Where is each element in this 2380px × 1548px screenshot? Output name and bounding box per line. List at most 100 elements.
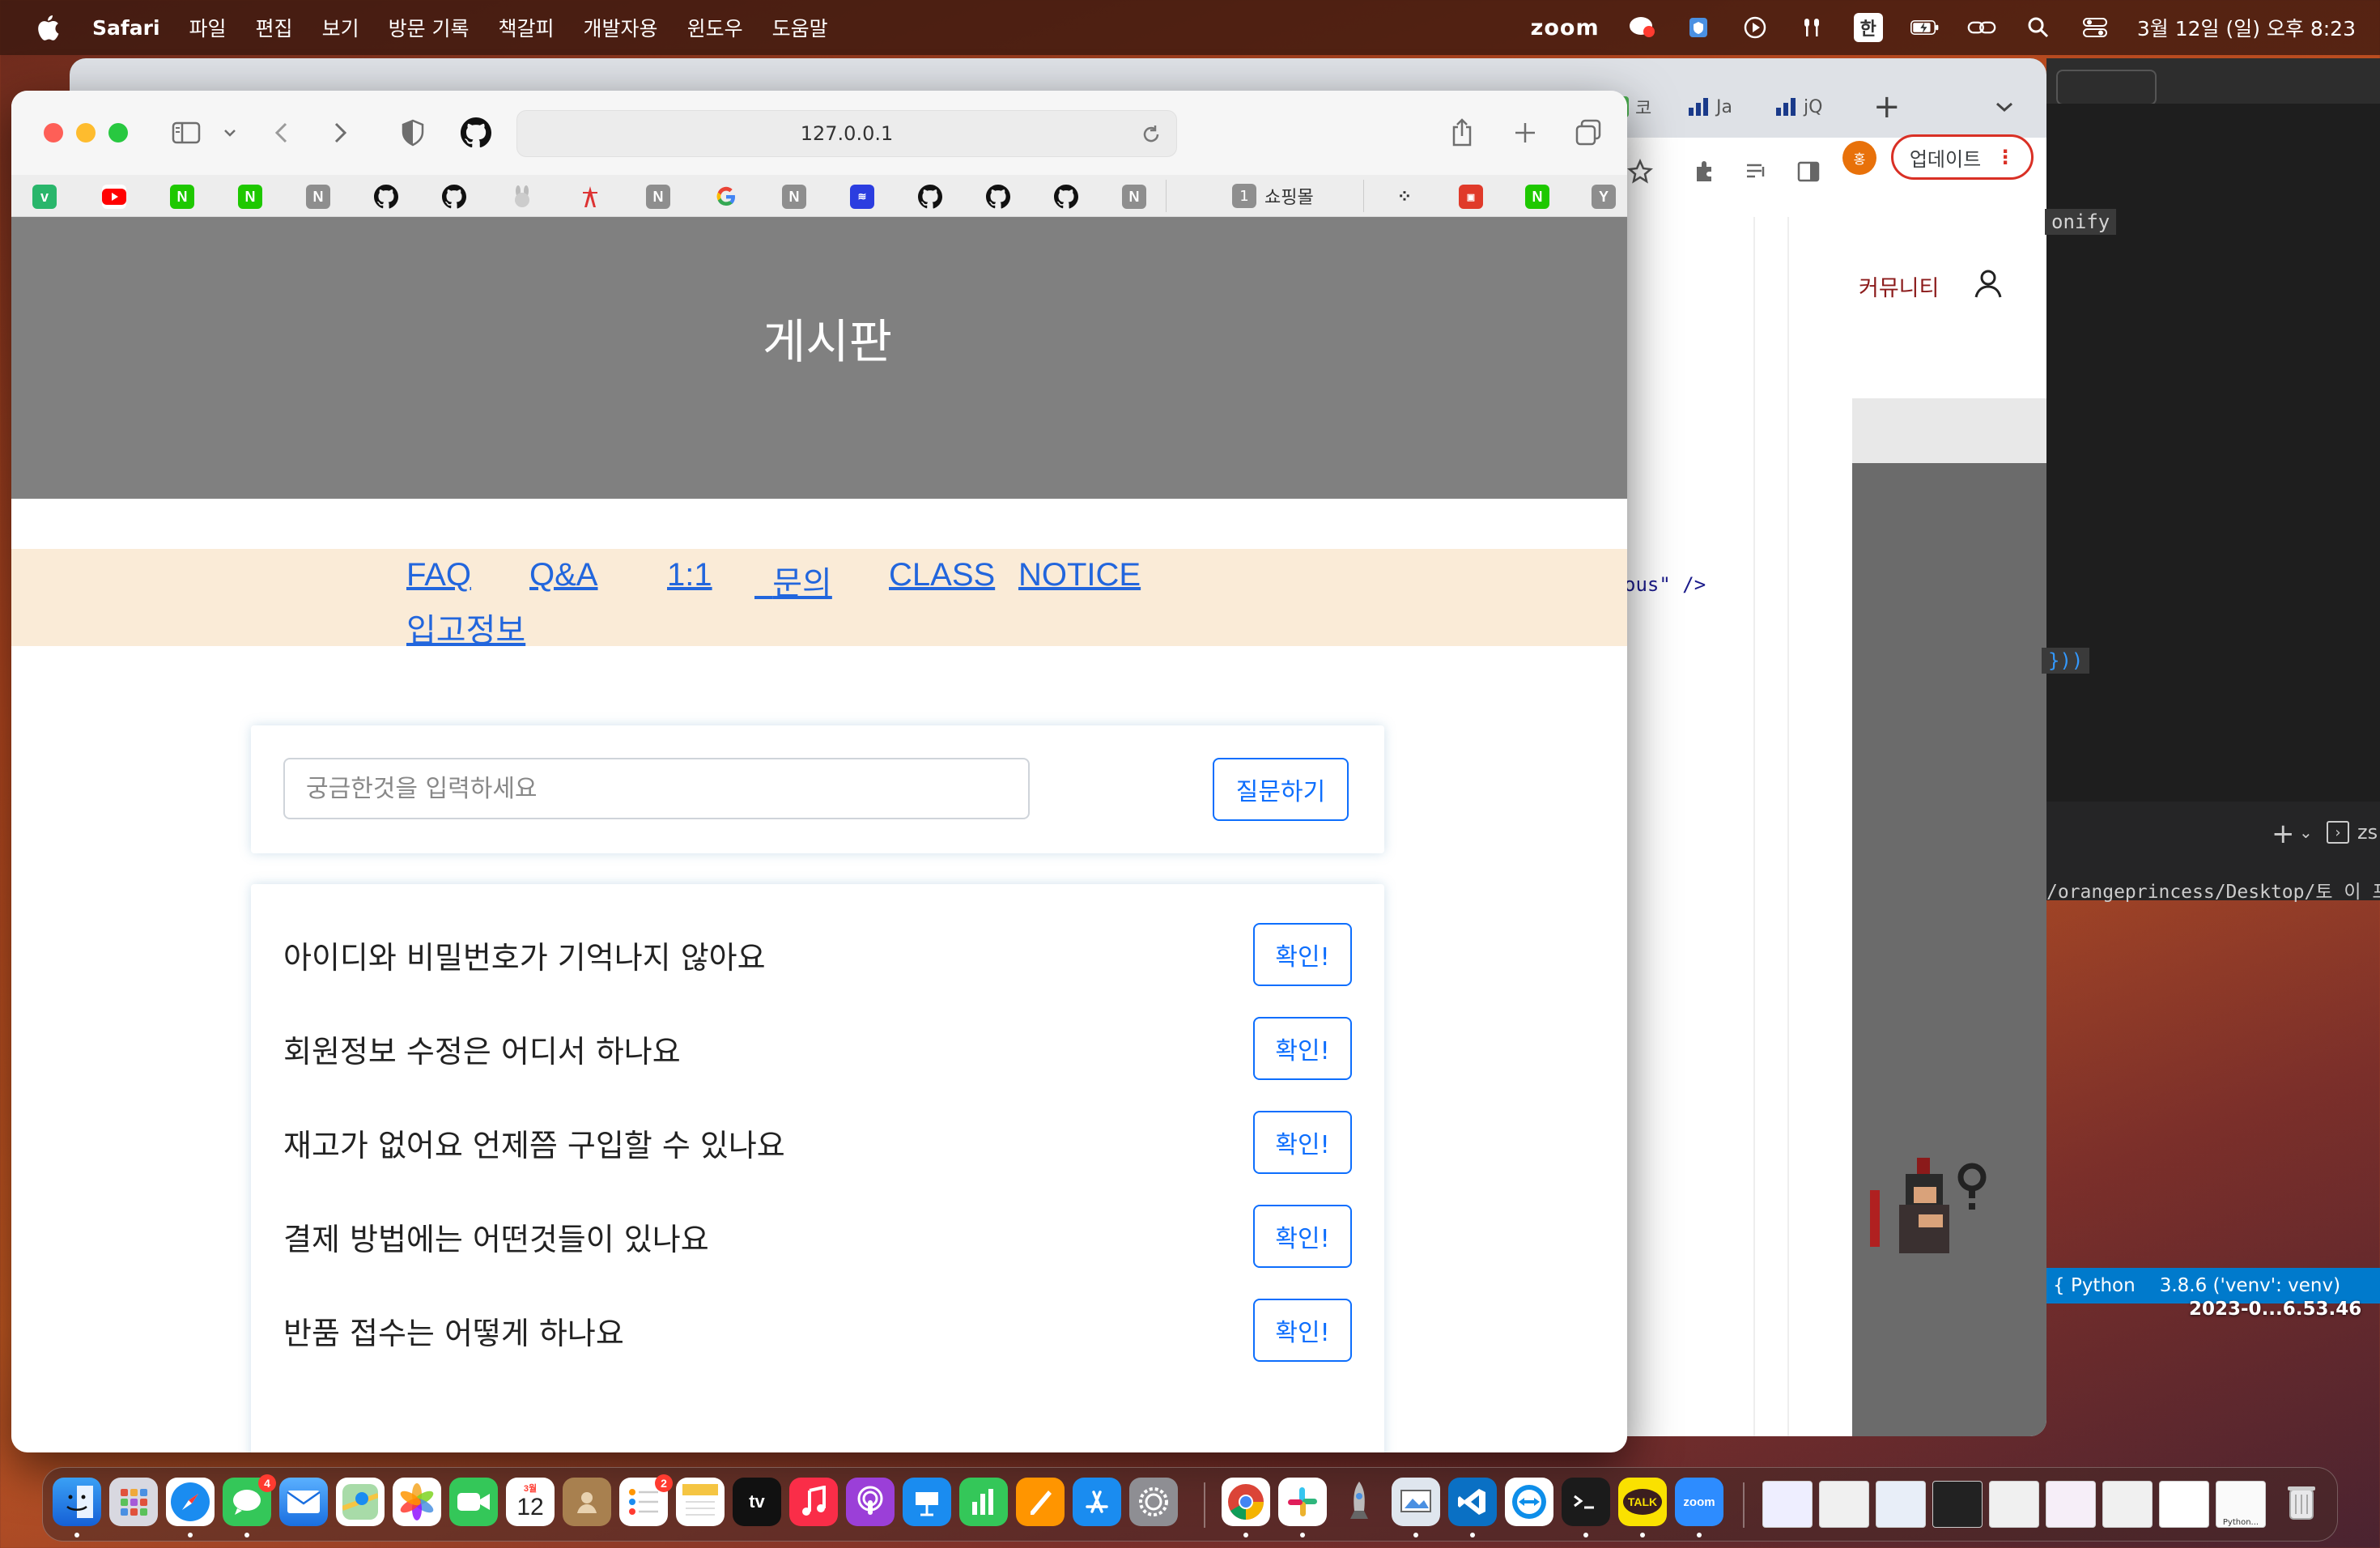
minimized-window-thumbnail[interactable]	[2046, 1481, 2096, 1528]
nav-link-class[interactable]: CLASS	[889, 557, 995, 593]
trash-icon[interactable]	[2277, 1478, 2326, 1526]
search-icon[interactable]	[2024, 13, 2053, 42]
favorite-rabbit-icon[interactable]	[510, 185, 534, 209]
question-input[interactable]	[283, 758, 1030, 819]
apple-menu-icon[interactable]	[29, 9, 66, 46]
play-circle-icon[interactable]	[1740, 13, 1770, 42]
favorite-n-icon[interactable]: N	[782, 185, 806, 209]
chrome-tab[interactable]: jQ	[1774, 83, 1822, 131]
favorite-youtube-icon[interactable]	[102, 185, 126, 209]
minimize-window-button[interactable]	[76, 123, 96, 142]
minimized-window-thumbnail[interactable]	[2102, 1481, 2153, 1528]
desktop-file-label[interactable]: 2023-0...6.53.46	[2189, 1299, 2361, 1320]
minimized-window-thumbnail[interactable]	[2159, 1481, 2209, 1528]
minimized-window-thumbnail[interactable]	[1932, 1481, 1983, 1528]
link-chain-icon[interactable]	[1967, 13, 1996, 42]
keynote-icon[interactable]	[903, 1478, 951, 1526]
terminal-dropdown-chevron-icon[interactable]: ⌄	[2299, 823, 2313, 842]
confirm-button[interactable]: 확인!	[1253, 1111, 1352, 1174]
tab-overview-icon[interactable]	[1570, 115, 1606, 151]
favorites-folder-shopping[interactable]: 1 쇼핑몰	[1232, 183, 1314, 209]
menu-develop[interactable]: 개발자용	[584, 13, 658, 42]
menu-bookmarks[interactable]: 책갈피	[499, 13, 555, 42]
minimized-window-thumbnail[interactable]	[1762, 1481, 1813, 1528]
menu-help[interactable]: 도움말	[772, 13, 828, 42]
podcasts-icon[interactable]	[846, 1478, 895, 1526]
confirm-button[interactable]: 확인!	[1253, 1017, 1352, 1080]
nav-link-restock[interactable]: 입고정보	[406, 604, 525, 651]
nav-link-inquiry[interactable]: 문의	[754, 557, 832, 604]
maps-icon[interactable]	[336, 1478, 385, 1526]
numbers-icon[interactable]	[959, 1478, 1008, 1526]
forward-chevron-icon[interactable]	[322, 115, 358, 151]
calendar-icon[interactable]: 3월 12	[506, 1478, 555, 1526]
favorite-n-icon[interactable]: N	[1122, 185, 1146, 209]
input-source-indicator[interactable]: 한	[1853, 13, 1883, 42]
menu-file[interactable]: 파일	[189, 13, 227, 42]
python-interpreter-status[interactable]: 3.8.6 ('venv': venv)	[2160, 1275, 2340, 1296]
menu-view[interactable]: 보기	[322, 13, 359, 42]
user-profile-icon[interactable]	[1972, 267, 2004, 303]
zoom-window-button[interactable]	[108, 123, 128, 142]
nav-link-1on1[interactable]: 1:1	[667, 557, 712, 593]
zoom-status-item[interactable]: zoom	[1531, 15, 1600, 40]
terminal-add-plus-icon[interactable]: +	[2272, 818, 2295, 850]
airpods-icon[interactable]	[1797, 13, 1826, 42]
reminders-icon[interactable]: 2	[619, 1474, 673, 1526]
new-tab-plus-icon[interactable]	[1507, 115, 1543, 151]
nav-link-notice[interactable]: NOTICE	[1018, 557, 1141, 593]
chrome-icon[interactable]	[1222, 1478, 1270, 1526]
menu-app-name[interactable]: Safari	[92, 16, 160, 40]
sidebar-dropdown-chevron-icon[interactable]	[212, 115, 248, 151]
photos-icon[interactable]	[393, 1478, 441, 1526]
notes-icon[interactable]	[676, 1478, 725, 1526]
messages-icon[interactable]: 4	[223, 1474, 276, 1526]
favorite-red-icon[interactable]: ▣	[1459, 185, 1483, 209]
profile-avatar[interactable]: 홍	[1842, 141, 1876, 175]
favorite-v-icon[interactable]: v	[32, 185, 57, 209]
terminal-icon[interactable]	[1562, 1478, 1610, 1526]
chrome-tab[interactable]: Ja	[1687, 83, 1732, 131]
favorite-naver-icon[interactable]: N	[170, 185, 194, 209]
confirm-button[interactable]: 확인!	[1253, 1205, 1352, 1268]
facetime-icon[interactable]	[449, 1478, 498, 1526]
ask-question-button[interactable]: 질문하기	[1213, 758, 1349, 821]
share-icon[interactable]	[1444, 115, 1480, 151]
favorite-n-icon[interactable]: N	[646, 185, 670, 209]
app-store-icon[interactable]	[1073, 1478, 1121, 1526]
confirm-button[interactable]: 확인!	[1253, 1299, 1352, 1362]
favorite-github-icon[interactable]	[918, 185, 942, 209]
github-extension-icon[interactable]	[458, 115, 494, 151]
minimized-window-thumbnail[interactable]	[1989, 1481, 2039, 1528]
favorite-github-icon[interactable]	[1054, 185, 1078, 209]
favorite-dots-icon[interactable]: ⁘	[1392, 185, 1417, 209]
python-language-status[interactable]: { Python	[2053, 1275, 2136, 1296]
close-window-button[interactable]	[44, 123, 63, 142]
media-queue-icon[interactable]	[1744, 159, 1770, 188]
zoom-app-icon[interactable]: zoom	[1675, 1478, 1723, 1526]
back-chevron-icon[interactable]	[264, 115, 300, 151]
finder-icon[interactable]	[53, 1478, 101, 1526]
editor-search-box[interactable]	[2056, 70, 2157, 105]
favorite-naver-icon[interactable]: N	[1525, 185, 1549, 209]
teamviewer-icon[interactable]	[1505, 1478, 1553, 1526]
favorite-y-icon[interactable]: Y	[1592, 185, 1616, 209]
pages-icon[interactable]	[1016, 1478, 1065, 1526]
favorite-naver-icon[interactable]: N	[238, 185, 262, 209]
tab-list-chevron-icon[interactable]	[1995, 83, 2014, 131]
sidebar-toggle-icon[interactable]	[168, 115, 204, 151]
menu-bar-clock[interactable]: 3월 12일 (일) 오후 8:23	[2137, 13, 2356, 42]
side-panel-icon[interactable]	[1796, 159, 1821, 188]
minimized-window-thumbnail[interactable]: Python...	[2216, 1481, 2266, 1528]
minimized-window-thumbnail[interactable]	[1876, 1481, 1926, 1528]
privacy-shield-icon[interactable]	[395, 115, 431, 151]
system-preferences-icon[interactable]	[1129, 1478, 1178, 1526]
reload-icon[interactable]	[1137, 121, 1165, 148]
favorite-github-icon[interactable]	[442, 185, 466, 209]
favorite-google-icon[interactable]	[714, 185, 738, 209]
kakaotalk-icon[interactable]: TALK	[1618, 1478, 1667, 1526]
menu-history[interactable]: 방문 기록	[389, 13, 470, 42]
slack-icon[interactable]	[1278, 1478, 1327, 1526]
favorite-github-icon[interactable]	[986, 185, 1010, 209]
preview-icon[interactable]	[1392, 1478, 1440, 1526]
